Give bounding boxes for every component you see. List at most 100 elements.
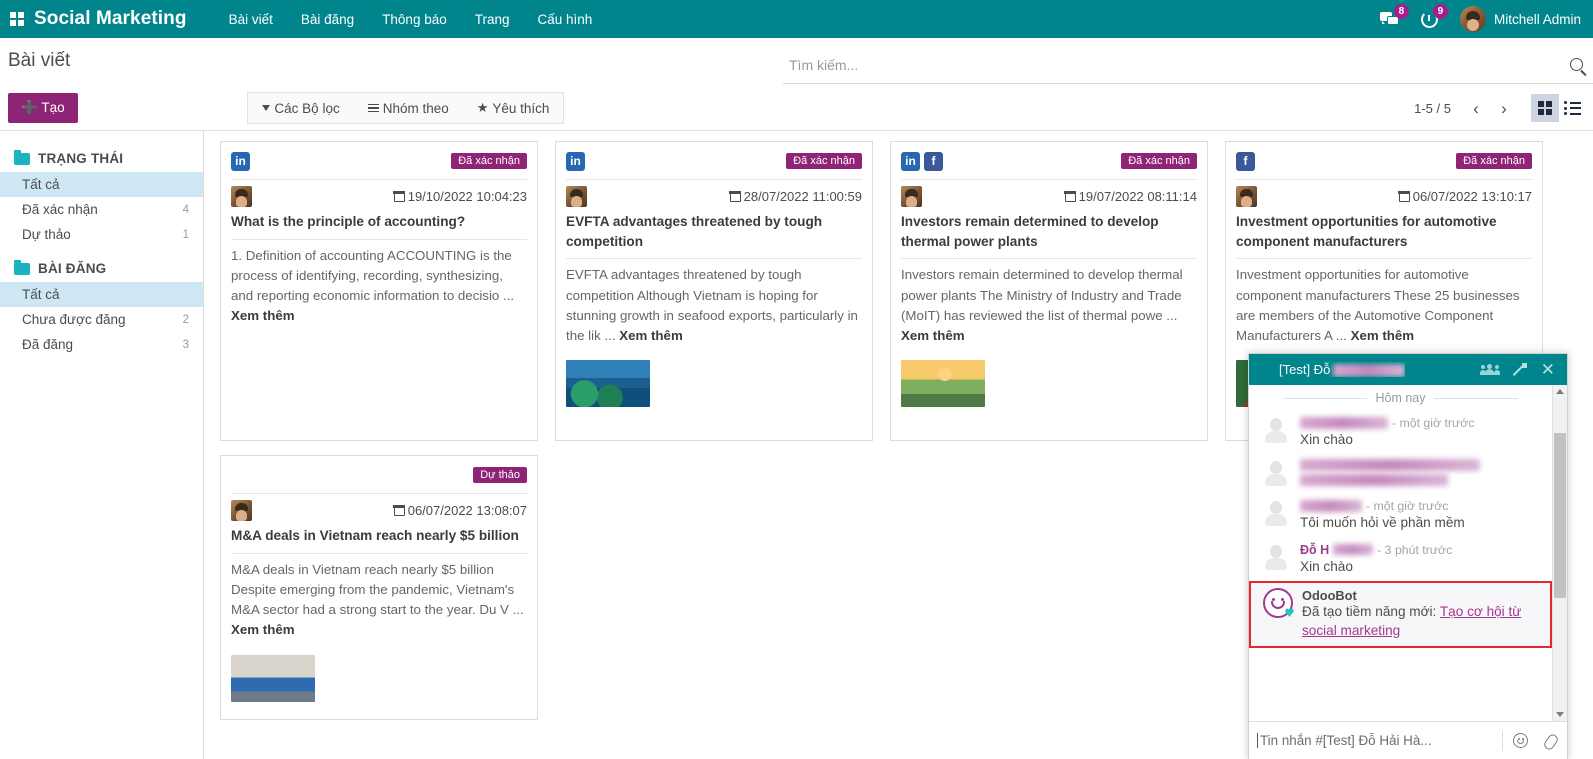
- kanban-card[interactable]: in Đã xác nhận 19/10/2022 10:04:23 What …: [220, 141, 538, 441]
- close-icon[interactable]: ✕: [1541, 361, 1555, 378]
- message-text: Xin chào: [1300, 431, 1542, 449]
- chat-scrollbar[interactable]: [1552, 385, 1567, 721]
- scroll-down-arrow-icon[interactable]: [1556, 712, 1564, 717]
- calendar-icon: [730, 191, 741, 202]
- chat-message: - một giờ trước Tôi muốn hỏi về phần mềm: [1249, 494, 1552, 537]
- card-title: What is the principle of accounting?: [231, 212, 527, 232]
- avatar: [1261, 543, 1291, 573]
- pager-next-button[interactable]: ›: [1491, 94, 1517, 122]
- favorites-dropdown[interactable]: ★ Yêu thích: [463, 93, 564, 123]
- card-excerpt: EVFTA advantages threatened by tough com…: [566, 267, 858, 343]
- sidebar-item-post-all[interactable]: Tất cả: [0, 282, 203, 307]
- menu-item-bai-viet[interactable]: Bài viết: [215, 2, 287, 37]
- post-date-text: 06/07/2022 13:10:17: [1413, 189, 1532, 204]
- status-badge: Đã xác nhận: [1456, 153, 1532, 169]
- read-more-link[interactable]: Xem thêm: [231, 308, 295, 323]
- folder-icon: [14, 263, 30, 275]
- read-more-link[interactable]: Xem thêm: [231, 622, 295, 637]
- filters-label: Các Bộ lọc: [274, 101, 339, 116]
- chat-composer[interactable]: [1249, 721, 1567, 759]
- filters-dropdown[interactable]: Các Bộ lọc: [248, 93, 353, 123]
- user-menu[interactable]: Mitchell Admin: [1454, 0, 1581, 38]
- scroll-up-arrow-icon[interactable]: [1556, 389, 1564, 394]
- card-title: M&A deals in Vietnam reach nearly $5 bil…: [231, 526, 527, 546]
- message-text: Xin chào: [1300, 558, 1542, 576]
- kanban-view-button[interactable]: [1531, 94, 1559, 122]
- read-more-link[interactable]: Xem thêm: [619, 328, 683, 343]
- post-date: 28/07/2022 11:00:59: [730, 189, 862, 204]
- post-date-text: 06/07/2022 13:08:07: [408, 503, 527, 518]
- social-networks: in f: [901, 152, 943, 171]
- emoji-icon[interactable]: [1513, 733, 1528, 748]
- post-date: 19/07/2022 08:11:14: [1065, 189, 1197, 204]
- redacted-author: [1300, 459, 1480, 471]
- author-avatar: [231, 500, 252, 521]
- kanban-card[interactable]: Dự thảo 06/07/2022 13:08:07 M&A deals in…: [220, 455, 538, 720]
- page-title: Bài viết: [0, 38, 70, 72]
- topbar-right-section: 8 9 Mitchell Admin: [1374, 0, 1581, 38]
- card-excerpt: 1. Definition of accounting ACCOUNTING i…: [231, 248, 514, 303]
- sidebar-section-trang-thai[interactable]: TRẠNG THÁI: [0, 145, 203, 172]
- pager-previous-button[interactable]: ‹: [1463, 94, 1489, 122]
- linkedin-icon: in: [231, 152, 250, 171]
- redacted-author: [1333, 544, 1373, 555]
- sidebar-item-count: 4: [183, 204, 189, 216]
- sidebar-item-status-confirmed[interactable]: Đã xác nhận 4: [0, 197, 203, 222]
- messages-button[interactable]: 8: [1374, 0, 1415, 38]
- post-date: 06/07/2022 13:10:17: [1399, 189, 1532, 204]
- calendar-icon: [1065, 191, 1076, 202]
- search-input[interactable]: [783, 57, 1559, 73]
- post-date: 06/07/2022 13:08:07: [394, 503, 527, 518]
- expand-icon[interactable]: [1513, 363, 1527, 377]
- kanban-card[interactable]: in Đã xác nhận 28/07/2022 11:00:59 EVFTA…: [555, 141, 873, 441]
- sidebar-item-post-unpublished[interactable]: Chưa được đăng 2: [0, 307, 203, 332]
- create-button-label: Tạo: [41, 100, 64, 115]
- list-view-button[interactable]: [1559, 94, 1587, 122]
- attachment-icon[interactable]: [1542, 733, 1557, 749]
- calendar-icon: [394, 191, 405, 202]
- chat-window[interactable]: [Test] Đỗ ✕ Hôm nay: [1248, 353, 1568, 759]
- chat-messages-area: Hôm nay - một giờ trước Xin chào: [1249, 385, 1567, 721]
- chat-message-bot: OdooBot Đã tạo tiềm năng mới: Tạo cơ hội…: [1249, 581, 1552, 648]
- read-more-link[interactable]: Xem thêm: [901, 328, 965, 343]
- status-badge: Đã xác nhận: [451, 153, 527, 169]
- control-panel: Bài viết ➕ Tạo Các Bộ lọc Nhóm theo ★ Yê…: [0, 38, 1593, 131]
- sidebar-item-status-draft[interactable]: Dự thảo 1: [0, 222, 203, 247]
- groupby-dropdown[interactable]: Nhóm theo: [354, 93, 463, 123]
- card-excerpt: M&A deals in Vietnam reach nearly $5 bil…: [231, 562, 524, 617]
- sidebar-item-status-all[interactable]: Tất cả: [0, 172, 203, 197]
- filter-toolbar: Các Bộ lọc Nhóm theo ★ Yêu thích: [247, 92, 564, 124]
- activities-button[interactable]: 9: [1415, 0, 1454, 38]
- author-avatar: [1236, 186, 1257, 207]
- kanban-card[interactable]: in f Đã xác nhận 19/07/2022 08:11:14 Inv…: [890, 141, 1208, 441]
- scrollbar-thumb[interactable]: [1554, 433, 1566, 598]
- sidebar-item-post-published[interactable]: Đã đăng 3: [0, 332, 203, 357]
- chat-message-input[interactable]: [1257, 733, 1492, 748]
- sidebar-item-label: Dự thảo: [22, 227, 71, 242]
- bot-message-prefix: Đã tạo tiềm năng mới:: [1302, 604, 1440, 619]
- menu-item-trang[interactable]: Trang: [461, 2, 524, 37]
- search-icon[interactable]: [1559, 50, 1593, 80]
- invite-people-icon[interactable]: [1481, 364, 1499, 376]
- chat-window-header[interactable]: [Test] Đỗ ✕: [1249, 354, 1567, 385]
- post-date-text: 19/07/2022 08:11:14: [1079, 189, 1197, 204]
- menu-item-cau-hinh[interactable]: Cấu hình: [524, 2, 607, 37]
- odoobot-avatar-icon: [1263, 588, 1293, 618]
- read-more-link[interactable]: Xem thêm: [1351, 328, 1415, 343]
- sidebar-item-count: 3: [183, 339, 189, 351]
- main-menu: Bài viết Bài đăng Thông báo Trang Cấu hì…: [215, 2, 607, 37]
- sidebar-section-bai-dang[interactable]: BÀI ĐĂNG: [0, 255, 203, 282]
- message-time: - một giờ trước: [1366, 499, 1448, 513]
- menu-item-bai-dang[interactable]: Bài đăng: [287, 2, 368, 37]
- status-badge: Dự thảo: [473, 467, 527, 483]
- social-networks: in: [566, 152, 585, 171]
- date-separator-label: Hôm nay: [1367, 391, 1433, 405]
- favorites-label: Yêu thích: [492, 101, 549, 116]
- sidebar-section-label: BÀI ĐĂNG: [38, 261, 106, 276]
- folder-icon: [14, 153, 30, 165]
- create-button[interactable]: ➕ Tạo: [8, 93, 78, 123]
- search-bar[interactable]: [783, 46, 1593, 84]
- apps-menu-icon[interactable]: [0, 0, 34, 38]
- groupby-lines-icon: [368, 104, 379, 113]
- menu-item-thong-bao[interactable]: Thông báo: [368, 2, 461, 37]
